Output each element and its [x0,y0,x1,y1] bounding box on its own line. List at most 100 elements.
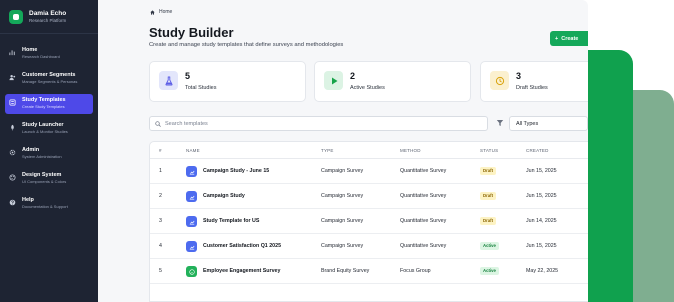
search-box[interactable] [149,116,488,131]
row-created: Jun 15, 2025 [526,243,557,249]
sidebar-item-sub: Documentation & Support [22,204,68,209]
column-header-created[interactable]: CREATED [526,148,549,153]
column-header-name[interactable]: NAME [186,148,200,153]
row-created: Jun 15, 2025 [526,168,557,174]
row-method: Quantitative Survey [400,218,447,224]
table-row[interactable]: 5 Employee Engagement Survey Brand Equit… [150,259,588,284]
decorative-panel-sage [630,90,674,302]
brand-subtitle: Research Platform [29,18,67,23]
stat-card-draft: 3 Draft Studies [480,61,588,102]
stat-label: Active Studies [350,85,385,91]
main-content: Home Study Builder Create and manage stu… [98,0,588,302]
brand[interactable]: Damia Echo Research Platform [0,0,98,34]
sidebar-item-sub: UI Components & Colors [22,179,67,184]
row-type: Campaign Survey [321,218,364,224]
create-button[interactable]: + Create [550,31,588,46]
brand-logo-icon [9,10,23,24]
stat-card-active: 2 Active Studies [314,61,471,102]
chart-icon [186,241,197,252]
sidebar-item-help[interactable]: Help Documentation & Support [5,194,93,214]
chart-icon [186,216,197,227]
help-icon [9,199,16,206]
row-number: 5 [159,268,162,274]
filter-icon[interactable] [496,119,504,127]
sidebar-item-study-launcher[interactable]: Study Launcher Launch & Monitor Studies [5,119,93,139]
play-icon [324,71,343,90]
column-header-type[interactable]: TYPE [321,148,334,153]
status-badge: Active [480,267,499,275]
row-number: 3 [159,218,162,224]
status-badge: Draft [480,167,497,175]
sidebar-nav: Home Research Dashboard Customer Segments… [0,34,98,214]
chart-icon [186,191,197,202]
sidebar-item-customer-segments[interactable]: Customer Segments Manage Segments & Perso… [5,69,93,89]
home-icon [150,9,155,15]
row-name[interactable]: Study Template for US [203,218,259,224]
users-icon [9,74,16,81]
gear-icon [9,149,16,156]
row-method: Quantitative Survey [400,168,447,174]
sidebar-item-sub: Manage Segments & Personas [22,79,78,84]
status-badge: Active [480,242,499,250]
screen: Damia Echo Research Platform Home Researc… [0,0,674,302]
chart-icon [186,166,197,177]
stat-value: 5 [185,71,191,81]
row-method: Focus Group [400,268,431,274]
flask-icon [159,71,178,90]
sidebar-item-study-templates[interactable]: Study Templates Create Study Templates [5,94,93,114]
clock-icon [490,71,509,90]
row-type: Campaign Survey [321,168,364,174]
row-method: Quantitative Survey [400,243,447,249]
sidebar-item-sub: Create Study Templates [22,104,65,109]
rocket-icon [9,124,16,131]
smile-icon [186,266,197,277]
search-input[interactable] [165,120,465,127]
template-icon [9,99,16,106]
plus-icon: + [555,35,559,42]
row-name[interactable]: Campaign Study [203,193,245,199]
row-method: Quantitative Survey [400,193,447,199]
sidebar-item-label: Admin [22,147,40,153]
sidebar-item-admin[interactable]: Admin System Administration [5,144,93,164]
stat-label: Draft Studies [516,85,548,91]
sidebar-item-design-system[interactable]: Design System UI Components & Colors [5,169,93,189]
row-number: 4 [159,243,162,249]
sidebar-item-label: Help [22,197,34,203]
table-row[interactable]: 1 Campaign Study - June 15 Campaign Surv… [150,159,588,184]
column-header-number: # [159,148,162,153]
table-row[interactable]: 4 Customer Satisfaction Q1 2025 Campaign… [150,234,588,259]
status-badge: Draft [480,192,497,200]
sidebar-item-label: Study Launcher [22,122,64,128]
type-filter-value: All Types [516,120,539,127]
page-title: Study Builder [149,25,234,40]
row-name[interactable]: Campaign Study - June 15 [203,168,269,174]
breadcrumb-label: Home [159,9,173,15]
sidebar: Damia Echo Research Platform Home Researc… [0,0,98,302]
sidebar-item-sub: Launch & Monitor Studies [22,129,68,134]
type-filter-select[interactable]: All Types [509,116,588,131]
sidebar-item-label: Customer Segments [22,72,76,78]
stat-value: 2 [350,71,356,81]
bar-chart-icon [9,49,16,56]
templates-table: # NAME TYPE METHOD STATUS CREATED 1 Camp… [149,141,588,302]
row-name[interactable]: Employee Engagement Survey [203,268,280,274]
stat-label: Total Studies [185,85,217,91]
row-created: Jun 15, 2025 [526,193,557,199]
sidebar-item-label: Study Templates [22,97,66,103]
row-number: 1 [159,168,162,174]
row-type: Brand Equity Survey [321,268,370,274]
decorative-panel-green [585,50,633,302]
row-type: Campaign Survey [321,193,364,199]
sidebar-item-home[interactable]: Home Research Dashboard [5,44,93,64]
breadcrumb[interactable]: Home [150,9,172,15]
column-header-status[interactable]: STATUS [480,148,498,153]
stat-card-total: 5 Total Studies [149,61,306,102]
stat-value: 3 [516,71,522,81]
palette-icon [9,174,16,181]
column-header-method[interactable]: METHOD [400,148,421,153]
row-name[interactable]: Customer Satisfaction Q1 2025 [203,243,281,249]
table-header: # NAME TYPE METHOD STATUS CREATED [150,142,588,159]
table-row[interactable]: 3 Study Template for US Campaign Survey … [150,209,588,234]
create-button-label: Create [561,35,579,42]
table-row[interactable]: 2 Campaign Study Campaign Survey Quantit… [150,184,588,209]
